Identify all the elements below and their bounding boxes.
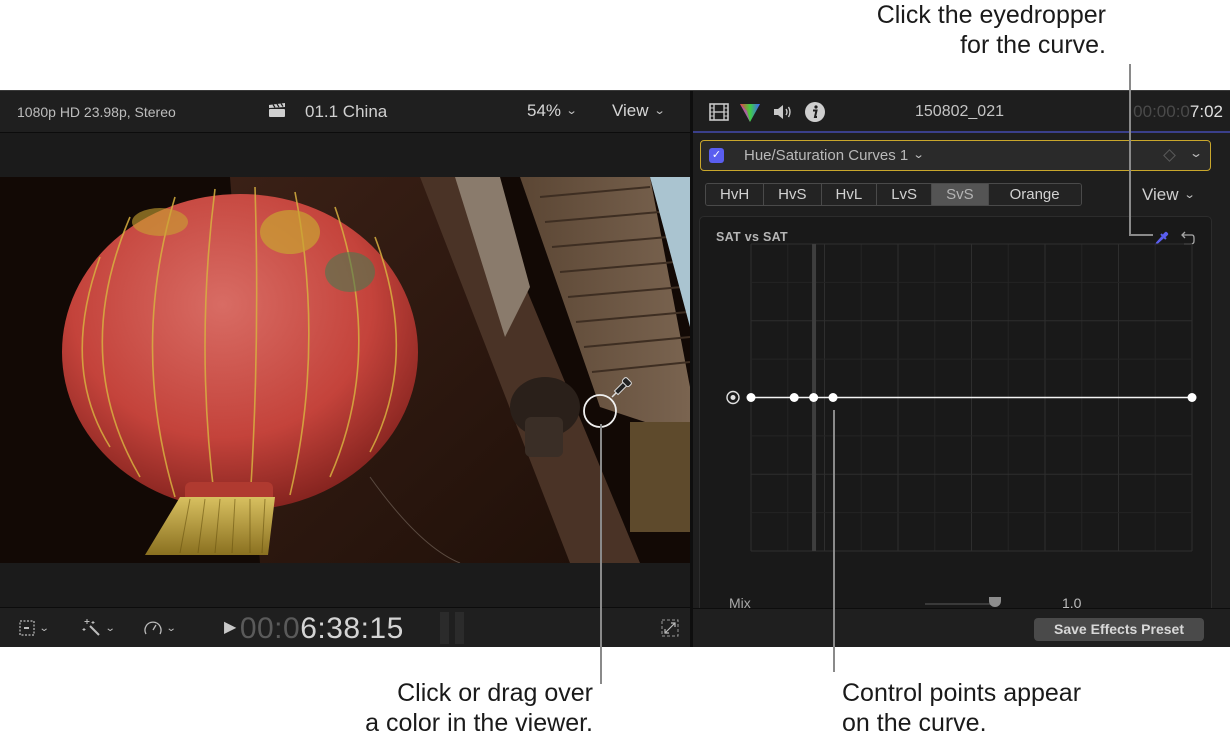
callout-viewer: Click or drag over a color in the viewer… (365, 679, 593, 737)
view-menu[interactable]: View ⌄ (612, 101, 666, 121)
callout-eyedropper: Click the eyedropper for the curve. (876, 1, 1106, 59)
clip-name: 01.1 China (305, 102, 388, 121)
keyframe-diamond-icon[interactable] (1163, 149, 1176, 162)
zoom-menu[interactable]: 54% ⌄ (527, 101, 578, 121)
mix-slider[interactable] (925, 603, 997, 605)
viewer-image[interactable] (0, 177, 690, 563)
chevron-down-icon: ⌄ (565, 105, 578, 117)
effect-name-menu[interactable]: Hue/Saturation Curves 1 ⌄ (744, 147, 925, 164)
film-icon[interactable] (708, 101, 730, 123)
control-point[interactable] (789, 393, 799, 402)
curve-tabs: HvH HvS HvL LvS SvS Orange (705, 183, 1082, 206)
chevron-down-icon: ⌄ (1183, 189, 1196, 201)
viewer-header: 1080p HD 23.98p, Stereo 01.1 China 54% ⌄ … (0, 91, 690, 133)
lantern-photo (0, 177, 690, 563)
leader-line-control-points (833, 410, 835, 672)
chevron-down-icon: ⌄ (165, 622, 177, 634)
audio-meter-left (440, 612, 449, 644)
viewer-footer: ⌄ ⌄ ⌄ ▶ 00:06:38:15 (0, 607, 690, 647)
chevron-down-icon: ⌄ (653, 105, 666, 117)
speaker-icon[interactable] (771, 101, 793, 123)
fullscreen-icon[interactable] (661, 619, 679, 637)
tab-hvs[interactable]: HvS (764, 184, 822, 205)
curve-anchor-dot (730, 395, 736, 400)
tab-hvh[interactable]: HvH (706, 184, 765, 205)
enhance-menu[interactable]: ⌄ (82, 617, 116, 639)
chevron-down-icon: ⌄ (104, 622, 116, 634)
tab-hvl[interactable]: HvL (821, 184, 878, 205)
leader-line-eyedropper-h (1129, 234, 1153, 236)
save-effects-preset-button[interactable]: Save Effects Preset (1034, 618, 1204, 641)
timecode-display[interactable]: ▶ 00:06:38:15 (224, 612, 404, 646)
leader-line-eyedropper (1129, 64, 1131, 236)
info-icon[interactable] (804, 101, 826, 123)
effect-enable-checkbox[interactable]: ✓ (709, 148, 724, 163)
audio-meter-right (455, 612, 464, 644)
curve-panel: SAT vs SAT (699, 216, 1212, 636)
leader-line-viewer (600, 424, 602, 684)
curves-view-menu[interactable]: View ⌄ (1142, 185, 1196, 205)
inspector-clip-name: 150802_021 (915, 103, 1004, 120)
tab-svs[interactable]: SvS (932, 184, 989, 205)
format-info: 1080p HD 23.98p, Stereo (17, 104, 176, 120)
control-point[interactable] (828, 393, 838, 402)
tab-orange[interactable]: Orange (988, 184, 1081, 205)
inspector-timecode: 00:00:07:02 (1133, 102, 1223, 121)
curve-graph[interactable] (700, 217, 1212, 636)
collapse-chevron-icon[interactable]: ⌄ (1189, 146, 1203, 160)
magic-wand-icon (82, 619, 100, 636)
control-point[interactable] (746, 393, 756, 402)
chevron-down-icon: ⌄ (38, 622, 50, 634)
effect-header[interactable]: ✓ Hue/Saturation Curves 1 ⌄ ⌄ (700, 140, 1211, 171)
control-point[interactable] (1187, 393, 1197, 402)
final-cut-window: 1080p HD 23.98p, Stereo 01.1 China 54% ⌄ … (0, 90, 1230, 647)
tab-lvs[interactable]: LvS (877, 184, 933, 205)
control-point[interactable] (809, 393, 819, 402)
inspector-footer: Save Effects Preset (693, 608, 1230, 647)
inspector-header: 150802_021 00:00:07:02 (693, 91, 1230, 133)
speedometer-icon (144, 621, 162, 635)
color-triangle-icon[interactable] (739, 101, 761, 123)
transform-icon (19, 620, 35, 636)
inspector-panel: 150802_021 00:00:07:02 ✓ Hue/Saturation … (693, 91, 1230, 647)
chevron-down-icon: ⌄ (912, 149, 925, 161)
clapperboard-icon (269, 103, 285, 117)
callout-control-points: Control points appear on the curve. (842, 679, 1082, 737)
retime-menu[interactable]: ⌄ (143, 617, 177, 639)
transform-menu[interactable]: ⌄ (18, 617, 50, 639)
viewer-panel: 1080p HD 23.98p, Stereo 01.1 China 54% ⌄ … (0, 91, 690, 647)
play-icon[interactable]: ▶ (224, 617, 237, 637)
